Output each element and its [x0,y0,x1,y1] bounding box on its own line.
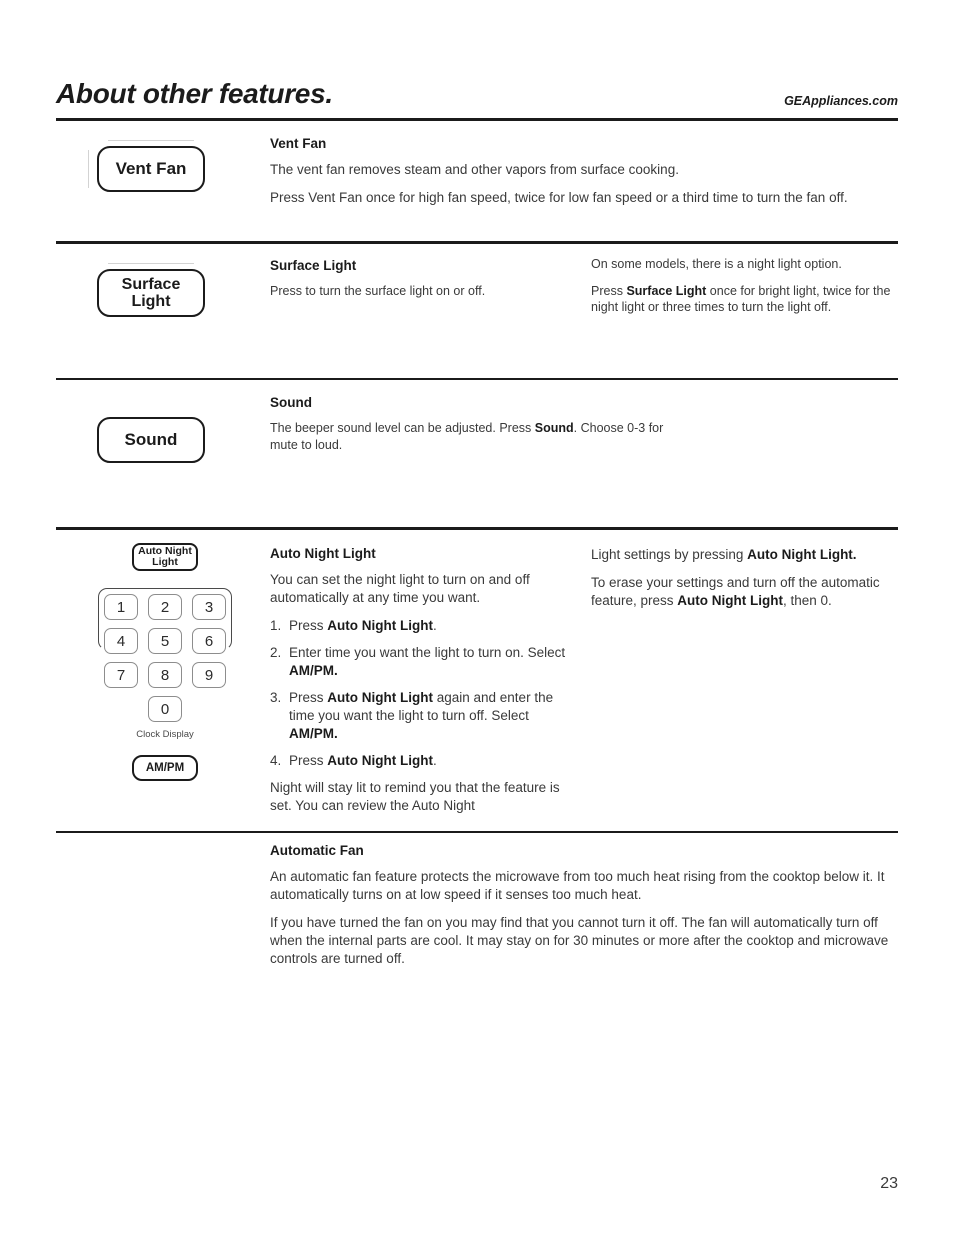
list-item: 4. Press Auto Night Light. [270,752,570,770]
anl-right-p1-pre: Light settings by pressing [591,547,748,562]
keypad-key-1[interactable]: 1 [104,594,138,620]
auto-night-light-button-label-line1: Auto Night [138,544,192,557]
automatic-fan-paragraph-1: An automatic fan feature protects the mi… [270,869,885,902]
page-number: 23 [880,1175,898,1192]
list-item: 2. Enter time you want the light to turn … [270,644,570,680]
sound-heading: Sound [270,395,312,410]
auto-night-light-button-label-line2: Light [152,556,178,568]
keypad-key-4[interactable]: 4 [104,628,138,654]
sound-text-block: Sound The beeper sound level can be adju… [270,395,690,453]
sound-paragraph-1: The beeper sound level can be adjusted. … [270,420,690,453]
surface-light-button-label-line1: Surface [121,275,181,293]
surface-light-text-block-left: Surface Light Press to turn the surface … [270,258,570,300]
step-text-bold-2: AM/PM. [289,725,338,741]
surface-light-paragraph-1: Press to turn the surface light on or of… [270,284,486,298]
surface-light-right-paragraph-2: Press Surface Light once for bright ligh… [591,283,898,316]
auto-night-light-right-paragraph-2: To erase your settings and turn off the … [591,574,898,610]
keypad-key-8[interactable]: 8 [148,662,182,688]
step-text-bold: Auto Night Light [327,617,433,633]
keypad-key-7[interactable]: 7 [104,662,138,688]
keypad-key-3[interactable]: 3 [192,594,226,620]
section-divider-3 [56,527,898,530]
sound-button[interactable]: Sound [97,417,205,463]
page-title: About other features. [56,78,333,109]
surface-light-right-paragraph-1: On some models, there is a night light o… [591,257,842,271]
step-text-bold: AM/PM. [289,662,338,678]
section-divider-2 [56,378,898,380]
keypad-key-6[interactable]: 6 [192,628,226,654]
number-keypad: 1 2 3 4 5 6 7 8 9 0 [98,588,232,728]
automatic-fan-text-block: Automatic Fan An automatic fan feature p… [270,843,898,968]
surface-light-text-block-right: On some models, there is a night light o… [591,256,898,316]
step-number: 4. [270,752,282,768]
header-rule [56,118,898,121]
step-text-bold: Auto Night Light [327,752,433,768]
keypad-key-5[interactable]: 5 [148,628,182,654]
step-text-post: . [432,617,437,633]
list-item: 1. Press Auto Night Light. [270,617,570,635]
surface-light-heading: Surface Light [270,258,357,273]
step-number: 3. [270,689,282,705]
vent-fan-button-label: Vent Fan [115,158,187,178]
brand-website: GEAppliances.com [784,94,898,108]
section-divider-1 [56,241,898,244]
sound-p1-bold: Sound [534,421,574,435]
automatic-fan-heading: Automatic Fan [270,843,364,858]
auto-night-light-text-block-left: Auto Night Light You can set the night l… [270,546,570,814]
auto-night-light-steps: 1. Press Auto Night Light. 2. Enter time y… [270,617,570,770]
keypad-key-9[interactable]: 9 [192,662,226,688]
manual-page: About other features. GEAppliances.com V… [0,0,954,1235]
surface-light-right-p2-pre: Press [591,283,627,298]
auto-night-light-button[interactable]: Auto Night Light [132,543,198,571]
anl-right-p1-bold: Auto Night Light. [747,547,857,562]
sound-button-label: Sound [124,429,178,449]
list-item: 3. Press Auto Night Light again and enter… [270,689,570,743]
surface-light-right-p2-bold: Surface Light [626,283,707,298]
step-text-bold: Auto Night Light [327,689,433,705]
keypad-key-2[interactable]: 2 [148,594,182,620]
sound-p1-pre: The beeper sound level can be adjusted. … [270,421,535,435]
panel-trim-line-vent-top [108,140,194,141]
surface-light-button-label: Surface Light [122,276,181,311]
am-pm-button-label: AM/PM [145,761,185,774]
step-number: 1. [270,617,282,633]
step-text-pre: Press [289,752,328,768]
auto-night-light-paragraph-after: Night will stay lit to remind you that t… [270,779,560,813]
vent-fan-heading: Vent Fan [270,136,327,151]
auto-night-light-button-label: Auto Night Light [138,544,192,569]
keypad-key-0[interactable]: 0 [148,696,182,722]
panel-trim-line-vent-left [88,150,89,188]
vent-fan-button[interactable]: Vent Fan [97,146,205,192]
auto-night-light-text-block-right: Light settings by pressing Auto Night Li… [591,546,898,610]
clock-display-label: Clock Display [136,729,194,740]
anl-right-p2-post: , then 0. [783,592,832,608]
surface-light-button[interactable]: Surface Light [97,269,205,317]
auto-night-light-heading: Auto Night Light [270,546,376,561]
panel-trim-line-surface-top [108,263,194,264]
auto-night-light-paragraph-1: You can set the night light to turn on a… [270,572,530,605]
am-pm-button[interactable]: AM/PM [132,755,198,781]
step-number: 2. [270,644,282,660]
step-text-post: . [432,752,437,768]
vent-fan-paragraph-1: The vent fan removes steam and other vap… [270,162,679,177]
vent-fan-paragraph-2: Press Vent Fan once for high fan speed, … [270,189,848,205]
section-divider-4 [56,831,898,833]
step-text-pre: Press [289,617,328,633]
auto-night-light-right-paragraph-1: Light settings by pressing Auto Night Li… [591,546,898,564]
surface-light-button-label-line2: Light [131,293,171,310]
automatic-fan-paragraph-2: If you have turned the fan on you may fi… [270,914,889,966]
vent-fan-text-block: Vent Fan The vent fan removes steam and … [270,136,898,207]
anl-right-p2-bold: Auto Night Light [677,592,784,608]
step-text-pre: Enter time you want the light to turn on… [289,644,566,660]
step-text-pre: Press [289,689,328,705]
